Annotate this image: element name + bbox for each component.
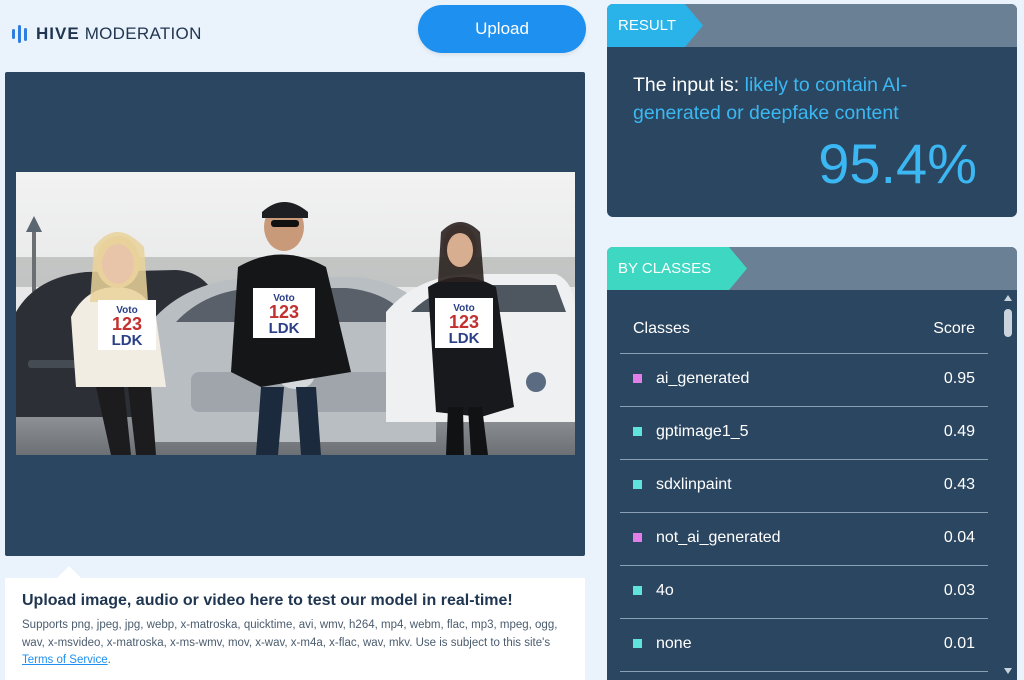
class-score: 0.43: [943, 476, 975, 493]
svg-text:LDK: LDK: [449, 330, 480, 347]
logo-text-moderation: MODERATION: [84, 24, 202, 43]
class-color-swatch-icon: [633, 374, 642, 383]
uploaded-image: Voto 123 LDK Voto 123 LDK Voto 123 LDK: [16, 172, 575, 455]
class-row: sdxlinpaint 0.43: [620, 460, 988, 513]
class-color-swatch-icon: [633, 639, 642, 648]
class-score: 0.04: [943, 529, 975, 546]
result-header: RESULT: [607, 4, 1017, 47]
class-row: not_ai_generated 0.04: [620, 513, 988, 566]
class-score: 0.95: [943, 370, 975, 387]
scroll-down-arrow-icon[interactable]: [1004, 668, 1012, 674]
media-preview-panel: Voto 123 LDK Voto 123 LDK Voto 123 LDK: [5, 72, 585, 556]
class-row: gptimage1_5 0.49: [620, 407, 988, 460]
by-classes-card: BY CLASSES Classes Score ai_generated 0.9…: [607, 247, 1017, 680]
upload-info-card: Upload image, audio or video here to tes…: [5, 566, 585, 680]
class-color-swatch-icon: [633, 533, 642, 542]
classes-scrollbar[interactable]: [1002, 291, 1014, 680]
class-row: none 0.01: [620, 619, 988, 672]
classes-table: Classes Score ai_generated 0.95 gptimage1_…: [620, 307, 988, 672]
class-color-swatch-icon: [633, 480, 642, 489]
supported-formats-text: Supports png, jpeg, jpg, webp, x-matrosk…: [22, 617, 572, 670]
class-score: 0.49: [943, 423, 975, 440]
result-tag: RESULT: [607, 4, 703, 47]
class-name: sdxlinpaint: [656, 476, 732, 493]
result-prefix: The input is:: [633, 74, 745, 96]
by-classes-tag: BY CLASSES: [607, 247, 747, 290]
info-title: Upload image, audio or video here to tes…: [22, 592, 513, 609]
column-header-score: Score: [933, 320, 975, 337]
svg-text:LDK: LDK: [269, 320, 300, 337]
column-header-classes: Classes: [633, 320, 690, 337]
supported-formats-description: Supports png, jpeg, jpg, webp, x-matrosk…: [22, 619, 558, 649]
class-row: ai_generated 0.95: [620, 354, 988, 407]
class-color-swatch-icon: [633, 427, 642, 436]
class-name: ai_generated: [656, 370, 750, 387]
logo-bars-icon: [12, 25, 27, 43]
class-score: 0.03: [943, 582, 975, 599]
class-score: 0.01: [943, 635, 975, 652]
result-card: RESULT The input is: likely to contain A…: [607, 4, 1017, 217]
hive-moderation-logo[interactable]: HIVE MODERATION: [12, 22, 202, 46]
info-card-notch: [57, 566, 81, 578]
class-name: 4o: [656, 582, 674, 599]
terms-suffix: .: [107, 654, 111, 666]
result-score: 95.4%: [818, 132, 977, 195]
class-row: 4o 0.03: [620, 566, 988, 619]
class-name: not_ai_generated: [656, 529, 781, 546]
svg-text:123: 123: [269, 302, 299, 322]
scroll-thumb[interactable]: [1004, 309, 1012, 337]
upload-button[interactable]: Upload: [418, 5, 586, 53]
uploaded-image-illustration: Voto 123 LDK Voto 123 LDK Voto 123 LDK: [16, 172, 575, 455]
logo-text-hive: HIVE: [36, 24, 80, 43]
class-name: gptimage1_5: [656, 423, 749, 440]
class-name: none: [656, 635, 692, 652]
result-summary: The input is: likely to contain AI-gener…: [633, 71, 993, 127]
class-color-swatch-icon: [633, 586, 642, 595]
classes-header: BY CLASSES: [607, 247, 1017, 290]
scroll-up-arrow-icon[interactable]: [1004, 295, 1012, 301]
svg-text:LDK: LDK: [112, 332, 143, 349]
classes-table-header: Classes Score: [620, 307, 988, 354]
classes-table-body: ai_generated 0.95 gptimage1_5 0.49 sdxlinpai…: [620, 354, 988, 672]
svg-text:123: 123: [449, 312, 479, 332]
terms-of-service-link[interactable]: Terms of Service: [22, 654, 108, 666]
svg-text:123: 123: [112, 314, 142, 334]
